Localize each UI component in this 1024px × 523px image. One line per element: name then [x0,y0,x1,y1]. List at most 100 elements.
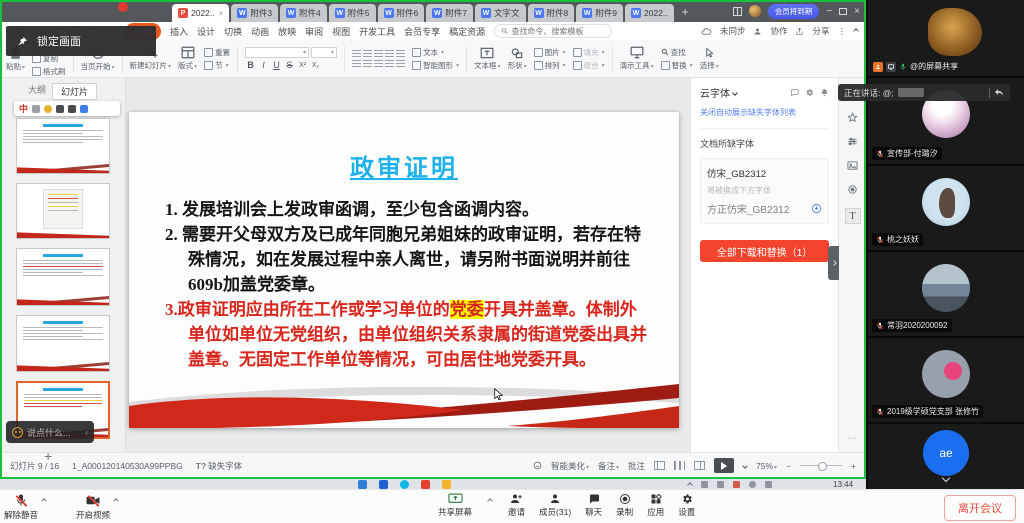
ime-punct-icon[interactable] [32,105,40,113]
reply-arrow-icon[interactable] [994,88,1004,97]
command-search[interactable] [494,24,612,38]
properties-sliders-icon[interactable] [847,136,858,147]
more-tools-icon[interactable]: ⋯ [848,433,858,444]
format-painter-button[interactable]: 格式刷 [32,66,66,77]
reading-view-icon[interactable] [694,461,705,470]
ime-toolbox-icon[interactable] [80,105,88,113]
play-options-icon[interactable] [742,463,748,469]
missing-fonts-status[interactable]: T?缺失字体 [196,460,242,472]
video-options-icon[interactable] [113,498,119,504]
layout-button[interactable]: 版式 [178,46,197,71]
ime-emoji-icon[interactable] [44,105,52,113]
replace-button[interactable]: 替换 [661,60,693,71]
leave-meeting-button[interactable]: 离开会议 [944,495,1016,521]
textbox-button[interactable]: 文本框 [474,47,501,71]
sync-status[interactable]: 未同步 [720,25,746,37]
fill-button[interactable]: 填充 [573,47,605,58]
tray-icon[interactable] [749,481,756,488]
record-button[interactable]: 录制 [616,493,633,518]
bold-button[interactable]: B [245,60,256,70]
video-tile-participant[interactable]: 桃之妖妖 [868,166,1024,250]
smart-graphic-button[interactable]: 智能图形 [412,60,459,71]
align-center-icon[interactable] [363,60,372,68]
select-button[interactable]: 选择 [700,47,719,71]
doc-tab[interactable]: W附件4 [280,4,327,22]
shapes-button[interactable]: 形状 [508,47,527,71]
doc-tab[interactable]: W附件5 [329,4,376,22]
membership-badge[interactable]: 会员将到期 [768,4,820,19]
slide-thumbnail-8[interactable]: 8 [16,315,110,372]
font-size-select[interactable] [311,47,337,58]
download-icon[interactable] [811,203,822,214]
menu-resources[interactable]: 稿定资源 [449,25,485,38]
effects-star-icon[interactable] [847,112,858,123]
tray-icon[interactable] [765,481,772,488]
slide-canvas[interactable]: 政审证明 1. 发展培训会上发政审函调，至少包含函调内容。 2. 需要开父母双方… [126,78,690,452]
menu-view[interactable]: 视图 [332,25,350,38]
zoom-slider[interactable] [800,465,842,466]
font-name-select[interactable] [245,47,309,58]
menu-member[interactable]: 会员专享 [404,25,440,38]
ime-language-icon[interactable]: 中 [19,102,28,115]
menu-devtools[interactable]: 开发工具 [359,25,395,38]
notes-button[interactable]: 备注 [598,460,619,472]
taskbar-app-icon[interactable] [358,480,367,489]
underline-button[interactable]: U [271,60,282,70]
ime-toolbar[interactable]: 中 [14,101,120,116]
numbered-list-icon[interactable] [363,50,372,58]
unmute-button[interactable]: 解除静音 [4,493,38,521]
settings-button[interactable]: 设置 [678,493,695,518]
invite-button[interactable]: 邀请 [508,493,525,518]
members-button[interactable]: 成员(31) [539,493,571,518]
video-tile-participant[interactable]: ae [868,424,1024,489]
video-tile-participant[interactable]: 2019级学硕党支部 张修竹 [868,338,1024,422]
slideshow-play-button[interactable] [714,458,734,473]
zoom-level[interactable]: 75% [756,461,777,471]
indent-decrease-icon[interactable] [374,50,383,58]
taskbar-wps-icon[interactable] [421,480,430,489]
doc-tab[interactable]: W附件6 [378,4,425,22]
panel-title-dropdown-icon[interactable] [732,90,738,96]
zoom-in-button[interactable]: + [851,461,856,471]
taskbar-app-icon[interactable] [379,480,388,489]
close-auto-show-link[interactable]: 关闭自动展示缺失字体列表 [700,107,829,118]
reset-button[interactable]: 重置 [204,47,230,58]
tab-outline[interactable]: 大纲 [28,83,46,100]
normal-view-icon[interactable] [654,461,665,470]
strikethrough-button[interactable]: S [284,60,295,70]
lock-screen-tooltip[interactable]: 锁定画面 [6,26,156,56]
share-screen-button[interactable]: 共享屏幕 [438,493,472,518]
apps-button[interactable]: 应用 [647,493,664,518]
start-video-button[interactable]: 开启视频 [76,493,110,521]
find-button[interactable]: 查找 [661,47,693,58]
ime-mic-icon[interactable] [56,105,64,113]
doc-tab[interactable]: W文字文 [475,4,526,22]
presentation-tools-button[interactable]: 演示工具 [620,46,654,71]
current-slide[interactable]: 政审证明 1. 发展培训会上发政审函调，至少包含函调内容。 2. 需要开父母双方… [129,112,679,428]
emoji-icon[interactable] [12,427,23,438]
slide-thumbnail-6[interactable]: 6 [16,183,110,239]
superscript-button[interactable]: X² [297,62,308,69]
collaborate-button[interactable]: 协作 [770,25,787,37]
tray-icon[interactable] [733,481,740,488]
video-tile-participant[interactable]: 常羽2020200092 [868,252,1024,336]
collapse-ribbon-icon[interactable] [853,28,859,34]
mic-options-icon[interactable] [41,498,47,504]
collapse-chat-icon[interactable]: ‹ [85,428,88,437]
menu-transition[interactable]: 切换 [224,25,242,38]
indent-increase-icon[interactable] [385,50,394,58]
menu-review[interactable]: 审阅 [305,25,323,38]
font-tool-active-icon[interactable]: T [845,208,861,224]
align-right-icon[interactable] [374,60,383,68]
maximize-button[interactable] [839,8,847,15]
distribute-icon[interactable] [396,60,405,68]
comments-button[interactable]: 批注 [628,460,645,472]
share-button[interactable]: 分享 [812,25,829,37]
doc-tab-active[interactable]: P 2022.. × [172,4,229,22]
picture-button[interactable]: 图片 [534,47,566,58]
group-button[interactable]: 组合 [573,60,605,71]
image-tool-icon[interactable] [847,160,858,171]
smart-beautify-button[interactable]: 智能美化 [551,460,589,472]
tray-icon[interactable] [701,481,708,488]
slide-thumbnail-7[interactable]: 7 [16,248,110,306]
